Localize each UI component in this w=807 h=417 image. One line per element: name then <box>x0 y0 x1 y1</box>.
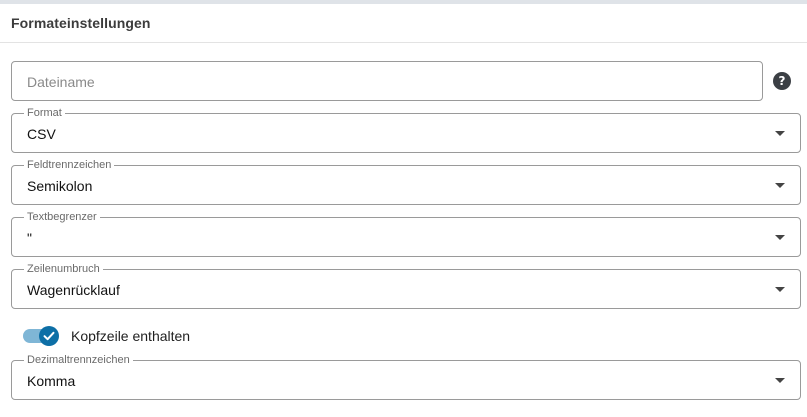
caret-down-icon <box>775 131 785 136</box>
format-value: CSV <box>27 126 56 142</box>
toggle-thumb <box>39 326 59 346</box>
caret-down-icon <box>775 183 785 188</box>
text-delimiter-value: " <box>27 230 32 246</box>
format-select[interactable]: Format CSV <box>11 107 801 153</box>
header-row-toggle[interactable] <box>23 326 59 346</box>
decimal-separator-value: Komma <box>27 373 76 389</box>
check-icon <box>43 331 55 341</box>
filename-placeholder: Dateiname <box>27 74 95 90</box>
caret-down-icon <box>775 378 785 383</box>
panel-title: Formateinstellungen <box>11 15 151 31</box>
header-row-toggle-label: Kopfzeile enthalten <box>71 328 191 344</box>
line-break-select[interactable]: Zeilenumbruch Wagenrücklauf <box>11 263 801 309</box>
line-break-value: Wagenrücklauf <box>27 282 120 298</box>
panel-header: Formateinstellungen <box>0 4 807 43</box>
text-delimiter-label: Textbegrenzer <box>24 211 100 223</box>
help-icon[interactable]: ? <box>773 72 791 90</box>
caret-down-icon <box>775 235 785 240</box>
field-separator-value: Semikolon <box>27 178 93 194</box>
line-break-label: Zeilenumbruch <box>24 263 103 275</box>
help-glyph: ? <box>778 74 786 88</box>
field-separator-select[interactable]: Feldtrennzeichen Semikolon <box>11 159 801 205</box>
format-label: Format <box>24 107 65 119</box>
caret-down-icon <box>775 287 785 292</box>
decimal-separator-select[interactable]: Dezimaltrennzeichen Komma <box>11 354 801 400</box>
decimal-separator-label: Dezimaltrennzeichen <box>24 354 133 366</box>
filename-input[interactable]: Dateiname <box>11 61 763 101</box>
field-separator-label: Feldtrennzeichen <box>24 159 115 171</box>
text-delimiter-select[interactable]: Textbegrenzer " <box>11 211 801 257</box>
